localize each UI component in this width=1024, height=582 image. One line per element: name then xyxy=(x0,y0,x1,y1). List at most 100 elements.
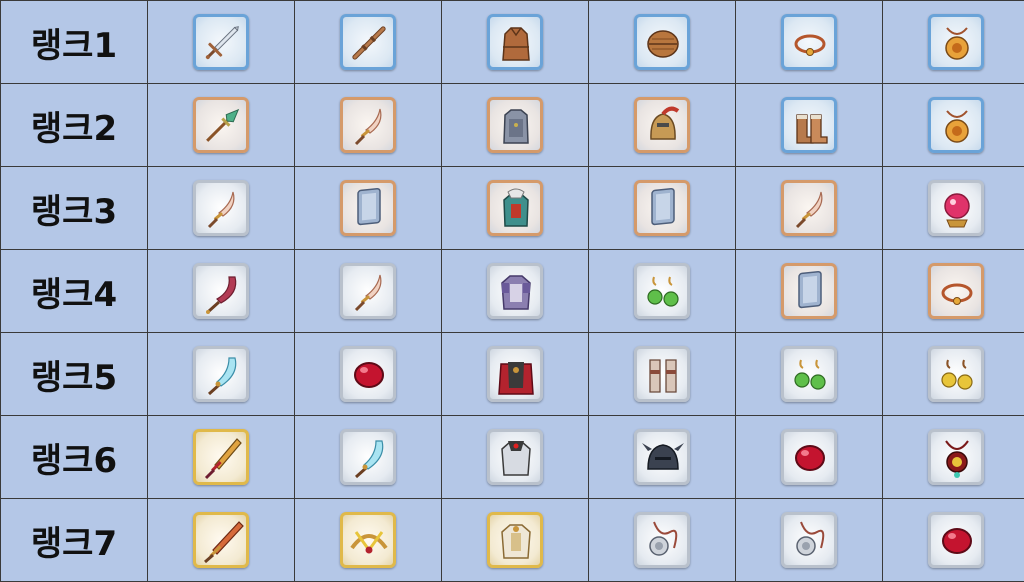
equipment-slot-cell xyxy=(148,250,295,333)
shield-icon[interactable] xyxy=(634,180,690,236)
amulet-icon[interactable] xyxy=(928,97,984,153)
sword-icon[interactable] xyxy=(193,14,249,70)
equipment-slot-cell xyxy=(295,84,442,167)
rank-label-cell: 랭크4 xyxy=(1,250,148,333)
rank-label-cell: 랭크2 xyxy=(1,84,148,167)
equipment-slot-cell xyxy=(442,167,589,250)
rank-label-cell: 랭크3 xyxy=(1,167,148,250)
rank-row: 랭크4 xyxy=(1,250,1024,333)
crested-helmet-icon[interactable] xyxy=(634,97,690,153)
equipment-slot-cell xyxy=(589,167,736,250)
bracelet-icon[interactable] xyxy=(928,263,984,319)
equipment-slot-cell xyxy=(883,250,1024,333)
dark-armor-icon[interactable] xyxy=(487,429,543,485)
rank-label: 랭크6 xyxy=(31,441,117,481)
ice-blade-icon[interactable] xyxy=(193,346,249,402)
earrings-gold-icon[interactable] xyxy=(928,346,984,402)
equipment-slot-cell xyxy=(148,167,295,250)
curved-sword-icon[interactable] xyxy=(781,180,837,236)
equipment-slot-cell xyxy=(148,333,295,416)
rank-label: 랭크5 xyxy=(31,358,117,398)
curved-sword-icon[interactable] xyxy=(340,97,396,153)
equipment-slot-cell xyxy=(883,333,1024,416)
equipment-slot-cell xyxy=(883,1,1024,84)
equipment-slot-cell xyxy=(442,250,589,333)
rank-label: 랭크2 xyxy=(31,109,117,149)
equipment-slot-cell xyxy=(295,1,442,84)
caped-armor-icon[interactable] xyxy=(487,346,543,402)
gem-icon[interactable] xyxy=(928,512,984,568)
equipment-slot-cell xyxy=(442,333,589,416)
equipment-slot-cell xyxy=(295,167,442,250)
curved-sword-icon[interactable] xyxy=(340,263,396,319)
equipment-slot-cell xyxy=(442,84,589,167)
crystal-orb-icon[interactable] xyxy=(928,180,984,236)
dark-helmet-icon[interactable] xyxy=(634,429,690,485)
greaves-icon[interactable] xyxy=(634,346,690,402)
equipment-slot-cell xyxy=(295,416,442,499)
staff-icon[interactable] xyxy=(340,14,396,70)
equipment-slot-cell xyxy=(442,499,589,582)
equipment-slot-cell xyxy=(295,250,442,333)
rank-label-cell: 랭크7 xyxy=(1,499,148,582)
equipment-slot-cell xyxy=(736,250,883,333)
pendant-icon[interactable] xyxy=(928,429,984,485)
rank-row: 랭크5 xyxy=(1,333,1024,416)
equipment-slot-cell xyxy=(442,1,589,84)
equipment-slot-cell xyxy=(736,167,883,250)
equipment-slot-cell xyxy=(148,1,295,84)
shield-icon[interactable] xyxy=(340,180,396,236)
shield-icon[interactable] xyxy=(781,263,837,319)
tiara-icon[interactable] xyxy=(340,512,396,568)
gem-icon[interactable] xyxy=(781,429,837,485)
equipment-slot-cell xyxy=(295,499,442,582)
scimitar-icon[interactable] xyxy=(193,263,249,319)
rank-label-cell: 랭크6 xyxy=(1,416,148,499)
bracelet-icon[interactable] xyxy=(781,14,837,70)
lion-pendant-icon[interactable] xyxy=(634,512,690,568)
equipment-slot-cell xyxy=(589,499,736,582)
equipment-slot-cell xyxy=(883,499,1024,582)
earrings-icon[interactable] xyxy=(781,346,837,402)
ice-blade-icon[interactable] xyxy=(340,429,396,485)
earrings-icon[interactable] xyxy=(634,263,690,319)
rank-label: 랭크3 xyxy=(31,192,117,232)
helmet-icon[interactable] xyxy=(634,14,690,70)
equipment-slot-cell xyxy=(148,499,295,582)
equipment-slot-cell xyxy=(883,84,1024,167)
boots-icon[interactable] xyxy=(781,97,837,153)
equipment-slot-cell xyxy=(589,1,736,84)
equipment-slot-cell xyxy=(736,416,883,499)
equipment-slot-cell xyxy=(148,416,295,499)
rank-row: 랭크1 xyxy=(1,1,1024,84)
equipment-slot-cell xyxy=(589,333,736,416)
leather-armor-icon[interactable] xyxy=(487,14,543,70)
holy-armor-icon[interactable] xyxy=(487,512,543,568)
equipment-slot-cell xyxy=(883,416,1024,499)
rank-label: 랭크1 xyxy=(31,26,117,66)
equipment-rank-table: 랭크1 랭크2 랭크3 랭크4 랭크5 랭크6 랭크7 xyxy=(0,0,1024,582)
great-sword-icon[interactable] xyxy=(193,512,249,568)
chainmail-icon[interactable] xyxy=(487,97,543,153)
heavy-armor-icon[interactable] xyxy=(487,263,543,319)
ornate-sword-icon[interactable] xyxy=(193,429,249,485)
equipment-slot-cell xyxy=(589,250,736,333)
equipment-slot-cell xyxy=(736,84,883,167)
curved-sword-icon[interactable] xyxy=(193,180,249,236)
equipment-slot-cell xyxy=(148,84,295,167)
gem-icon[interactable] xyxy=(340,346,396,402)
equipment-slot-cell xyxy=(589,84,736,167)
equipment-slot-cell xyxy=(883,167,1024,250)
rank-label-cell: 랭크5 xyxy=(1,333,148,416)
equipment-slot-cell xyxy=(736,499,883,582)
rank-row: 랭크2 xyxy=(1,84,1024,167)
equipment-slot-cell xyxy=(442,416,589,499)
equipment-slot-cell xyxy=(589,416,736,499)
amulet-icon[interactable] xyxy=(928,14,984,70)
spear-icon[interactable] xyxy=(193,97,249,153)
equipment-slot-cell xyxy=(736,1,883,84)
lion-pendant-icon[interactable] xyxy=(781,512,837,568)
equipment-slot-cell xyxy=(736,333,883,416)
rank-label: 랭크4 xyxy=(31,275,117,315)
plate-armor-icon[interactable] xyxy=(487,180,543,236)
